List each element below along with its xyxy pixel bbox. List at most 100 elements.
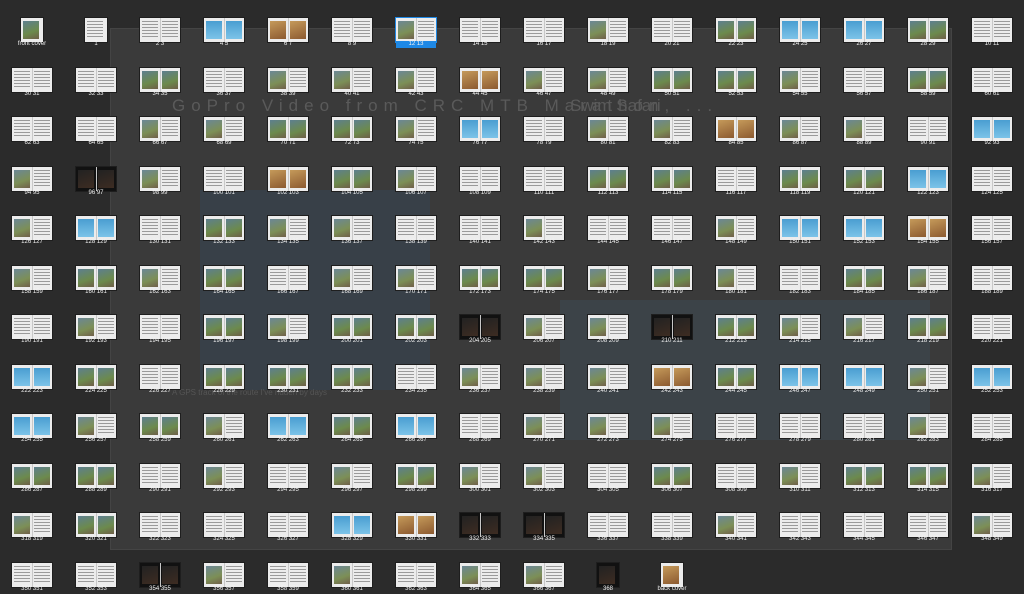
page-spread-thumbnail[interactable]: 60 61 [960, 50, 1024, 100]
page-spread-thumbnail[interactable]: 320 321 [64, 495, 128, 545]
page-spread-thumbnail[interactable]: 106 107 [384, 149, 448, 199]
page-spread-thumbnail[interactable]: 152 153 [832, 198, 896, 248]
page-spread-thumbnail[interactable]: 228 229 [192, 347, 256, 397]
page-spread-thumbnail[interactable]: 96 97 [64, 149, 128, 199]
page-spread-thumbnail[interactable]: 22 23 [704, 0, 768, 50]
page-spread-thumbnail[interactable]: 190 191 [0, 297, 64, 347]
page-spread-thumbnail[interactable]: 216 217 [832, 297, 896, 347]
page-spread-thumbnail[interactable]: 132 133 [192, 198, 256, 248]
page-spread-thumbnail[interactable]: 262 263 [256, 396, 320, 446]
page-spread-thumbnail[interactable]: 276 277 [704, 396, 768, 446]
page-spread-thumbnail[interactable]: 368 [576, 545, 640, 594]
page-spread-thumbnail[interactable]: 52 53 [704, 50, 768, 100]
page-spread-thumbnail[interactable]: 240 241 [576, 347, 640, 397]
page-spread-thumbnail[interactable]: 220 221 [960, 297, 1024, 347]
page-spread-thumbnail[interactable]: 164 165 [192, 248, 256, 298]
page-spread-thumbnail[interactable]: 138 139 [384, 198, 448, 248]
page-spread-thumbnail[interactable]: 170 171 [384, 248, 448, 298]
page-spread-thumbnail[interactable]: 72 73 [320, 99, 384, 149]
page-spread-thumbnail[interactable]: 42 43 [384, 50, 448, 100]
page-spread-thumbnail[interactable]: 154 155 [896, 198, 960, 248]
page-spread-thumbnail[interactable]: 50 51 [640, 50, 704, 100]
page-spread-thumbnail[interactable]: 14 15 [448, 0, 512, 50]
page-spread-thumbnail[interactable]: 186 187 [896, 248, 960, 298]
page-spread-thumbnail[interactable]: 176 177 [576, 248, 640, 298]
page-spread-thumbnail[interactable]: 344 345 [832, 495, 896, 545]
page-spread-thumbnail[interactable]: 360 361 [320, 545, 384, 594]
page-spread-thumbnail[interactable]: 156 157 [960, 198, 1024, 248]
page-spread-thumbnail[interactable]: 292 293 [192, 446, 256, 496]
page-spread-thumbnail[interactable]: 266 267 [384, 396, 448, 446]
page-spread-thumbnail[interactable]: 16 17 [512, 0, 576, 50]
page-spread-thumbnail[interactable]: 226 227 [128, 347, 192, 397]
page-spread-thumbnail[interactable]: back cover [640, 545, 704, 594]
page-spread-thumbnail[interactable]: 284 285 [960, 396, 1024, 446]
page-spread-thumbnail[interactable]: 64 65 [64, 99, 128, 149]
page-spread-thumbnail[interactable]: 104 105 [320, 149, 384, 199]
page-spread-thumbnail[interactable]: 26 27 [832, 0, 896, 50]
page-spread-thumbnail[interactable]: 354 355 [128, 545, 192, 594]
page-spread-thumbnail[interactable]: 18 19 [576, 0, 640, 50]
page-spread-thumbnail[interactable]: 116 117 [704, 149, 768, 199]
page-spread-thumbnail[interactable]: 334 335 [512, 495, 576, 545]
page-spread-thumbnail[interactable]: 34 35 [128, 50, 192, 100]
page-spread-thumbnail[interactable]: 1 [64, 0, 128, 50]
page-spread-thumbnail[interactable]: front cover [0, 0, 64, 50]
page-spread-thumbnail[interactable]: 122 123 [896, 149, 960, 199]
page-spread-thumbnail[interactable]: 58 59 [896, 50, 960, 100]
page-spread-thumbnail[interactable]: 196 197 [192, 297, 256, 347]
page-spread-thumbnail[interactable]: 342 343 [768, 495, 832, 545]
page-spread-thumbnail[interactable]: 332 333 [448, 495, 512, 545]
page-spread-thumbnail[interactable]: 268 269 [448, 396, 512, 446]
page-spread-thumbnail[interactable]: 74 75 [384, 99, 448, 149]
page-spread-thumbnail[interactable]: 264 265 [320, 396, 384, 446]
page-spread-thumbnail[interactable]: 92 93 [960, 99, 1024, 149]
page-spread-thumbnail[interactable]: 288 289 [64, 446, 128, 496]
page-spread-thumbnail[interactable]: 308 309 [704, 446, 768, 496]
page-spread-thumbnail[interactable]: 100 101 [192, 149, 256, 199]
page-spread-thumbnail[interactable]: 242 243 [640, 347, 704, 397]
page-spread-thumbnail[interactable]: 208 209 [576, 297, 640, 347]
page-spread-thumbnail[interactable]: 150 151 [768, 198, 832, 248]
page-spread-thumbnail[interactable]: 252 253 [960, 347, 1024, 397]
page-spread-thumbnail[interactable]: 48 49 [576, 50, 640, 100]
page-spread-thumbnail[interactable]: 340 341 [704, 495, 768, 545]
page-spread-thumbnail[interactable]: 20 21 [640, 0, 704, 50]
page-spread-thumbnail[interactable]: 102 103 [256, 149, 320, 199]
page-spread-thumbnail[interactable]: 234 235 [384, 347, 448, 397]
page-spread-thumbnail[interactable]: 206 207 [512, 297, 576, 347]
page-spread-thumbnail[interactable]: 76 77 [448, 99, 512, 149]
page-spread-thumbnail[interactable]: 182 183 [768, 248, 832, 298]
page-spread-thumbnail[interactable]: 184 185 [832, 248, 896, 298]
page-spread-thumbnail[interactable]: 232 233 [320, 347, 384, 397]
page-spread-thumbnail[interactable]: 300 301 [448, 446, 512, 496]
page-spread-thumbnail[interactable]: 250 251 [896, 347, 960, 397]
page-spread-thumbnail[interactable]: 78 79 [512, 99, 576, 149]
page-spread-thumbnail[interactable]: 178 179 [640, 248, 704, 298]
page-spread-thumbnail[interactable]: 350 351 [0, 545, 64, 594]
page-spread-thumbnail[interactable]: 254 255 [0, 396, 64, 446]
page-spread-thumbnail[interactable]: 314 315 [896, 446, 960, 496]
page-spread-thumbnail[interactable]: 272 273 [576, 396, 640, 446]
page-spread-thumbnail[interactable]: 30 31 [0, 50, 64, 100]
page-spread-thumbnail[interactable]: 296 297 [320, 446, 384, 496]
page-spread-thumbnail[interactable]: 136 137 [320, 198, 384, 248]
page-spread-thumbnail[interactable]: 90 91 [896, 99, 960, 149]
page-spread-thumbnail[interactable]: 256 257 [64, 396, 128, 446]
page-spread-thumbnail[interactable]: 112 113 [576, 149, 640, 199]
page-spread-thumbnail[interactable]: 114 115 [640, 149, 704, 199]
page-spread-thumbnail[interactable]: 258 259 [128, 396, 192, 446]
page-spread-thumbnail[interactable]: 110 111 [512, 149, 576, 199]
page-spread-thumbnail[interactable]: 302 303 [512, 446, 576, 496]
page-spread-thumbnail[interactable]: 246 247 [768, 347, 832, 397]
page-spread-thumbnail[interactable]: 280 281 [832, 396, 896, 446]
page-spread-thumbnail[interactable]: 348 349 [960, 495, 1024, 545]
page-spread-thumbnail[interactable]: 336 337 [576, 495, 640, 545]
page-spread-thumbnail[interactable]: 66 67 [128, 99, 192, 149]
page-spread-thumbnail[interactable]: 260 261 [192, 396, 256, 446]
page-spread-thumbnail[interactable]: 200 201 [320, 297, 384, 347]
page-spread-thumbnail[interactable]: 70 71 [256, 99, 320, 149]
page-spread-thumbnail[interactable]: 194 195 [128, 297, 192, 347]
page-spread-thumbnail[interactable]: 68 69 [192, 99, 256, 149]
page-spread-thumbnail[interactable]: 44 45 [448, 50, 512, 100]
